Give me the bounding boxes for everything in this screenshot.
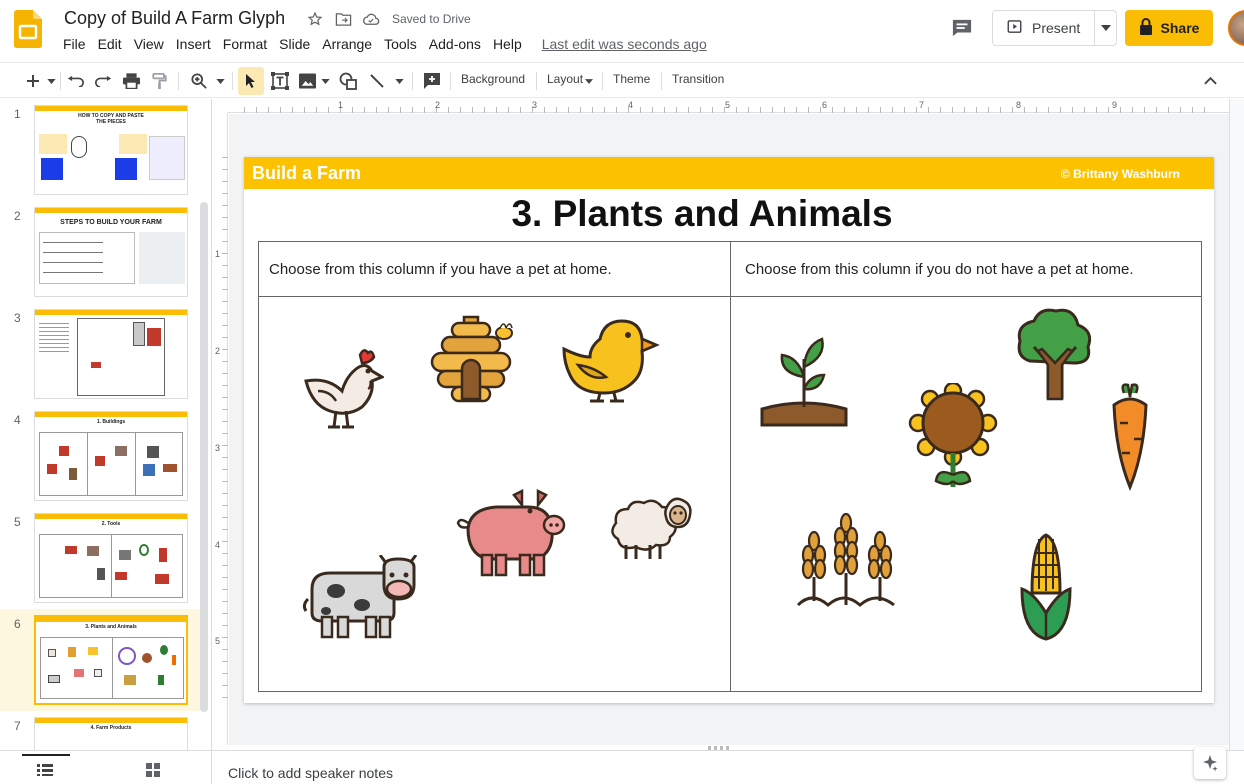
- present-icon: [1007, 19, 1022, 37]
- menu-insert[interactable]: Insert: [170, 35, 217, 53]
- view-switcher: [0, 750, 212, 784]
- cloud-saved-icon[interactable]: [362, 10, 380, 28]
- redo-icon[interactable]: [92, 69, 114, 93]
- banner-title: Build a Farm: [252, 163, 362, 183]
- line-icon[interactable]: [366, 69, 388, 93]
- wheat-icon[interactable]: [794, 511, 898, 609]
- sunflower-icon[interactable]: [908, 383, 998, 493]
- menu-arrange[interactable]: Arrange: [316, 35, 378, 53]
- share-button[interactable]: Share: [1125, 10, 1213, 46]
- left-column-header[interactable]: Choose from this column if you have a pe…: [269, 261, 612, 278]
- avatar[interactable]: [1228, 10, 1244, 46]
- insert-image-icon[interactable]: [296, 69, 318, 93]
- image-dropdown-icon[interactable]: [318, 69, 332, 93]
- move-folder-icon[interactable]: [334, 10, 352, 28]
- menu-bar: File Edit View Insert Format Slide Arran…: [57, 35, 707, 53]
- shape-icon[interactable]: [336, 69, 360, 93]
- slide-thumbnail-5[interactable]: 5 2. Tools: [0, 507, 200, 609]
- menu-format[interactable]: Format: [217, 35, 273, 53]
- slide-banner: Build a Farm © Brittany Washburn: [244, 157, 1214, 189]
- current-slide[interactable]: Build a Farm © Brittany Washburn 3. Plan…: [244, 157, 1214, 703]
- slide-thumbnail-3[interactable]: 3: [0, 303, 200, 405]
- paint-format-icon[interactable]: [148, 69, 170, 93]
- chicken-icon[interactable]: [300, 347, 384, 433]
- slide-title[interactable]: 3. Plants and Animals: [244, 193, 1160, 235]
- corn-icon[interactable]: [1018, 533, 1074, 643]
- collapse-toolbar-icon[interactable]: [1200, 69, 1220, 93]
- transition-button[interactable]: Transition: [672, 72, 724, 86]
- cow-icon[interactable]: [302, 555, 422, 641]
- sprout-icon[interactable]: [758, 335, 850, 429]
- zoom-icon[interactable]: [188, 69, 210, 93]
- slide-thumbnail-2[interactable]: 2 STEPS TO BUILD YOUR FARM: [0, 201, 200, 303]
- filmstrip-scrollbar[interactable]: [200, 202, 208, 712]
- speaker-notes-placeholder[interactable]: Click to add speaker notes: [228, 765, 393, 781]
- menu-addons[interactable]: Add-ons: [423, 35, 487, 53]
- horizontal-ruler: 1 2 3 4 5 6 7 8 9: [228, 99, 1230, 113]
- document-title[interactable]: Copy of Build A Farm Glyph: [64, 8, 285, 29]
- beehive-icon[interactable]: [428, 313, 518, 409]
- slides-logo-icon[interactable]: [14, 10, 42, 48]
- carrot-icon[interactable]: [1110, 383, 1150, 491]
- tree-icon[interactable]: [1016, 307, 1094, 403]
- menu-help[interactable]: Help: [487, 35, 528, 53]
- undo-icon[interactable]: [64, 69, 86, 93]
- sheep-icon[interactable]: [610, 493, 694, 563]
- menu-edit[interactable]: Edit: [92, 35, 128, 53]
- saved-status: Saved to Drive: [392, 12, 471, 26]
- notes-resize-handle[interactable]: [708, 746, 730, 750]
- present-dropdown-icon[interactable]: [1094, 11, 1116, 45]
- grid-view-icon[interactable]: [146, 763, 160, 782]
- app-header: Copy of Build A Farm Glyph Saved to Driv…: [0, 0, 1244, 62]
- lock-icon: [1139, 18, 1153, 38]
- slide-thumbnail-1[interactable]: 1 HOW TO COPY AND PASTE THE PIECES: [0, 99, 200, 201]
- toolbar: Background Layout Theme Transition: [0, 62, 1244, 98]
- background-button[interactable]: Background: [461, 72, 525, 86]
- right-column-header[interactable]: Choose from this column if you do not ha…: [745, 261, 1134, 278]
- print-icon[interactable]: [120, 69, 142, 93]
- layout-button[interactable]: Layout: [547, 72, 583, 86]
- speaker-notes[interactable]: Click to add speaker notes: [212, 746, 1244, 784]
- banner-copyright: © Brittany Washburn: [1060, 167, 1180, 181]
- star-icon[interactable]: [306, 10, 324, 28]
- line-dropdown-icon[interactable]: [392, 69, 406, 93]
- layout-dropdown-icon[interactable]: [584, 69, 594, 93]
- slide-thumbnail-6[interactable]: 6 3. Plants and Animals: [0, 609, 200, 711]
- editor-scrollbar[interactable]: [1229, 99, 1244, 750]
- theme-button[interactable]: Theme: [613, 72, 650, 86]
- menu-tools[interactable]: Tools: [378, 35, 423, 53]
- add-comment-icon[interactable]: [420, 69, 444, 93]
- comment-history-icon[interactable]: [949, 16, 975, 40]
- share-label: Share: [1160, 20, 1200, 36]
- zoom-dropdown-icon[interactable]: [213, 69, 227, 93]
- text-box-icon[interactable]: [268, 69, 292, 93]
- select-cursor-icon[interactable]: [238, 67, 264, 95]
- slide-filmstrip: 1 HOW TO COPY AND PASTE THE PIECES 2 STE…: [0, 99, 212, 750]
- new-slide-dropdown-icon[interactable]: [44, 69, 58, 93]
- filmstrip-view-icon[interactable]: [37, 763, 53, 781]
- last-edit-link[interactable]: Last edit was seconds ago: [542, 36, 707, 52]
- duck-icon[interactable]: [560, 317, 660, 403]
- menu-slide[interactable]: Slide: [273, 35, 316, 53]
- present-label: Present: [1032, 20, 1081, 36]
- slide-thumbnail-7[interactable]: 7 4. Farm Products: [0, 711, 200, 750]
- present-button[interactable]: Present: [992, 10, 1117, 46]
- menu-file[interactable]: File: [57, 35, 92, 53]
- pig-icon[interactable]: [456, 489, 568, 581]
- slide-thumbnail-4[interactable]: 4 1. Buildings: [0, 405, 200, 507]
- explore-icon[interactable]: [1194, 747, 1226, 779]
- menu-view[interactable]: View: [128, 35, 170, 53]
- vertical-ruler: 1 2 3 4 5: [212, 113, 228, 745]
